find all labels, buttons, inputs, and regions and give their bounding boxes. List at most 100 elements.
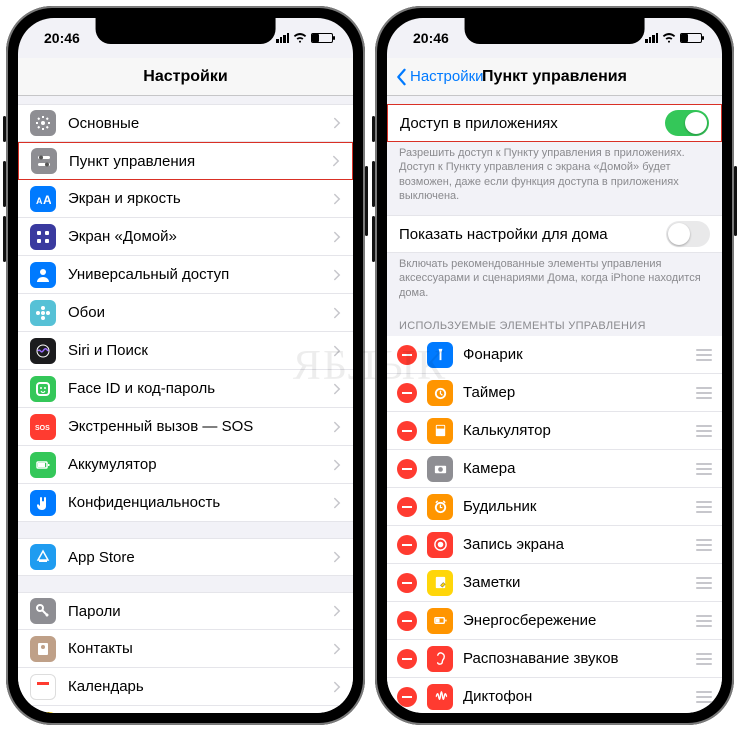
phone-right: 20:46 Настройки Пункт управления Доступ … bbox=[375, 6, 734, 725]
remove-button[interactable] bbox=[397, 535, 417, 555]
remove-button[interactable] bbox=[397, 497, 417, 517]
row-label: Конфиденциальность bbox=[68, 494, 333, 511]
wifi-icon bbox=[662, 33, 676, 44]
control-row-voice[interactable]: Диктофон bbox=[387, 678, 722, 713]
remove-button[interactable] bbox=[397, 573, 417, 593]
remove-button[interactable] bbox=[397, 421, 417, 441]
remove-button[interactable] bbox=[397, 383, 417, 403]
status-time: 20:46 bbox=[413, 30, 449, 46]
settings-row-grid[interactable]: Экран «Домой» bbox=[18, 218, 353, 256]
reorder-grip-icon[interactable] bbox=[696, 387, 712, 399]
chevron-right-icon bbox=[333, 231, 341, 243]
page-title: Пункт управления bbox=[482, 68, 627, 86]
chevron-right-icon bbox=[333, 421, 341, 433]
svg-text:A: A bbox=[36, 196, 43, 206]
settings-row-battery[interactable]: Аккумулятор bbox=[18, 446, 353, 484]
control-row-record[interactable]: Запись экрана bbox=[387, 526, 722, 564]
settings-row-faceid[interactable]: Face ID и код-пароль bbox=[18, 370, 353, 408]
reorder-grip-icon[interactable] bbox=[696, 425, 712, 437]
page-title: Настройки bbox=[143, 68, 227, 86]
lowpower-icon bbox=[427, 608, 453, 634]
footer-text: Разрешить доступ к Пункту управления в п… bbox=[387, 142, 722, 209]
settings-row-notes[interactable]: Заметки bbox=[18, 706, 353, 713]
control-row-flashlight[interactable]: Фонарик bbox=[387, 336, 722, 374]
remove-button[interactable] bbox=[397, 459, 417, 479]
toggle-label: Показать настройки для дома bbox=[399, 226, 666, 243]
reorder-grip-icon[interactable] bbox=[696, 501, 712, 513]
chevron-right-icon bbox=[333, 459, 341, 471]
settings-row-key[interactable]: Пароли bbox=[18, 592, 353, 630]
settings-row-switches[interactable]: Пункт управления bbox=[18, 142, 353, 180]
reorder-grip-icon[interactable] bbox=[696, 539, 712, 551]
hand-icon bbox=[30, 490, 56, 516]
timer-icon bbox=[427, 380, 453, 406]
sos-icon: SOS bbox=[30, 414, 56, 440]
toggle-switch[interactable] bbox=[665, 110, 709, 136]
grid-icon bbox=[30, 224, 56, 250]
control-label: Фонарик bbox=[463, 346, 696, 363]
row-label: Face ID и код-пароль bbox=[68, 380, 333, 397]
signal-icon bbox=[645, 33, 658, 43]
control-row-camera[interactable]: Камера bbox=[387, 450, 722, 488]
back-button[interactable]: Настройки bbox=[395, 68, 484, 86]
settings-row-gear[interactable]: Основные bbox=[18, 104, 353, 142]
battery-icon bbox=[680, 33, 702, 43]
control-row-calc[interactable]: Калькулятор bbox=[387, 412, 722, 450]
settings-row-appstore[interactable]: App Store bbox=[18, 538, 353, 576]
control-label: Заметки bbox=[463, 574, 696, 591]
control-row-notes2[interactable]: Заметки bbox=[387, 564, 722, 602]
row-label: Siri и Поиск bbox=[68, 342, 333, 359]
chevron-right-icon bbox=[333, 681, 341, 693]
reorder-grip-icon[interactable] bbox=[696, 653, 712, 665]
remove-button[interactable] bbox=[397, 687, 417, 707]
wifi-icon bbox=[293, 33, 307, 44]
chevron-right-icon bbox=[333, 383, 341, 395]
remove-button[interactable] bbox=[397, 649, 417, 669]
settings-row-contacts[interactable]: Контакты bbox=[18, 630, 353, 668]
settings-row-sos[interactable]: SOS Экстренный вызов — SOS bbox=[18, 408, 353, 446]
battery-icon bbox=[30, 452, 56, 478]
flashlight-icon bbox=[427, 342, 453, 368]
reorder-grip-icon[interactable] bbox=[696, 615, 712, 627]
row-label: Аккумулятор bbox=[68, 456, 333, 473]
row-label: Пункт управления bbox=[69, 153, 332, 170]
toggle-label: Доступ в приложениях bbox=[400, 115, 665, 132]
settings-row-flower[interactable]: Обои bbox=[18, 294, 353, 332]
reorder-grip-icon[interactable] bbox=[696, 577, 712, 589]
voice-icon bbox=[427, 684, 453, 710]
control-row-timer[interactable]: Таймер bbox=[387, 374, 722, 412]
person-icon bbox=[30, 262, 56, 288]
row-label: Экран и яркость bbox=[68, 190, 333, 207]
control-row-ear[interactable]: Распознавание звуков bbox=[387, 640, 722, 678]
key-icon bbox=[30, 598, 56, 624]
row-label: Обои bbox=[68, 304, 333, 321]
control-label: Энергосбережение bbox=[463, 612, 696, 629]
settings-row-siri[interactable]: Siri и Поиск bbox=[18, 332, 353, 370]
control-label: Камера bbox=[463, 460, 696, 477]
toggle-switch[interactable] bbox=[666, 221, 710, 247]
reorder-grip-icon[interactable] bbox=[696, 463, 712, 475]
settings-row-hand[interactable]: Конфиденциальность bbox=[18, 484, 353, 522]
chevron-right-icon bbox=[333, 605, 341, 617]
toggle-row: Доступ в приложениях bbox=[387, 104, 722, 142]
settings-row-calendar[interactable]: Календарь bbox=[18, 668, 353, 706]
chevron-right-icon bbox=[333, 307, 341, 319]
control-row-lowpower[interactable]: Энергосбережение bbox=[387, 602, 722, 640]
siri-icon bbox=[30, 338, 56, 364]
settings-row-textsize[interactable]: AA Экран и яркость bbox=[18, 180, 353, 218]
reorder-grip-icon[interactable] bbox=[696, 349, 712, 361]
navbar: Настройки Пункт управления bbox=[387, 58, 722, 96]
row-label: Контакты bbox=[68, 640, 333, 657]
chevron-right-icon bbox=[333, 345, 341, 357]
control-row-alarm[interactable]: Будильник bbox=[387, 488, 722, 526]
chevron-right-icon bbox=[333, 269, 341, 281]
remove-button[interactable] bbox=[397, 611, 417, 631]
reorder-grip-icon[interactable] bbox=[696, 691, 712, 703]
textsize-icon: AA bbox=[30, 186, 56, 212]
row-label: Экстренный вызов — SOS bbox=[68, 418, 333, 435]
row-label: App Store bbox=[68, 549, 333, 566]
control-label: Запись экрана bbox=[463, 536, 696, 553]
settings-row-person[interactable]: Универсальный доступ bbox=[18, 256, 353, 294]
remove-button[interactable] bbox=[397, 345, 417, 365]
chevron-right-icon bbox=[333, 193, 341, 205]
